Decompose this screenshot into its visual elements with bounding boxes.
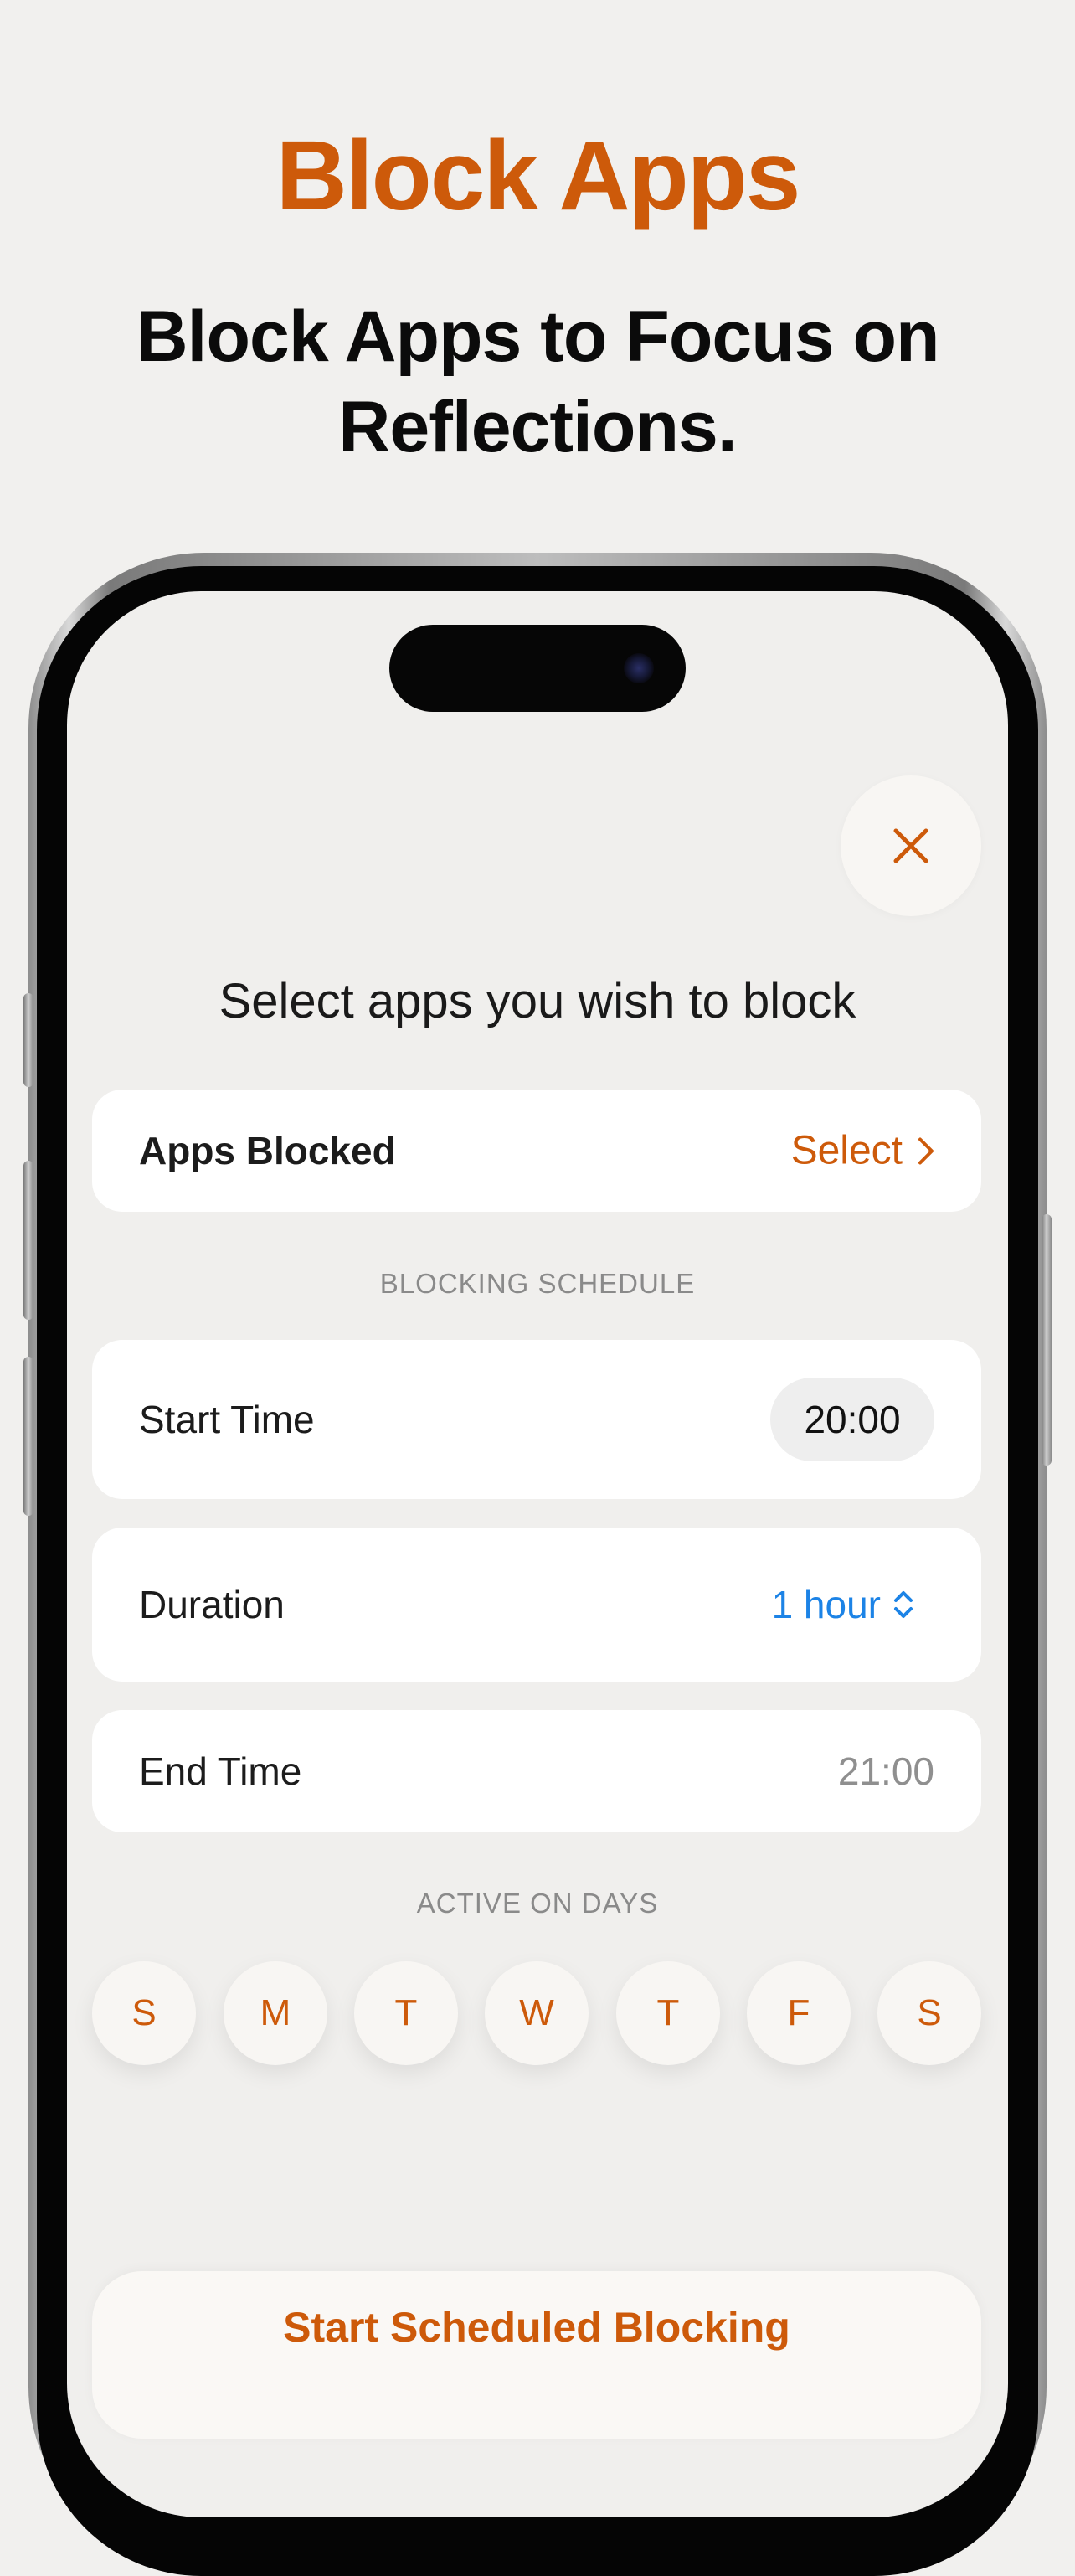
end-time-row: End Time 21:00 [92, 1710, 981, 1832]
apps-blocked-label: Apps Blocked [139, 1129, 396, 1172]
start-time-label: Start Time [139, 1398, 315, 1441]
chevron-right-icon [918, 1137, 934, 1164]
end-time-label: End Time [139, 1749, 302, 1793]
start-button-label: Start Scheduled Blocking [283, 2304, 790, 2351]
phone-screen: Select apps you wish to block Apps Block… [67, 591, 1008, 2517]
phone-side-button [23, 1161, 33, 1320]
duration-row: Duration 1 hour [92, 1528, 981, 1682]
day-friday[interactable]: F [747, 1961, 851, 2065]
close-icon [893, 828, 928, 863]
day-saturday[interactable]: S [877, 1961, 981, 2065]
duration-value: 1 hour [771, 1583, 881, 1626]
apps-blocked-row[interactable]: Apps Blocked Select [92, 1090, 981, 1212]
day-sunday[interactable]: S [92, 1961, 196, 2065]
camera-icon [624, 653, 654, 683]
active-days-header: ACTIVE ON DAYS [416, 1888, 659, 1919]
start-time-row: Start Time 20:00 [92, 1340, 981, 1499]
end-time-value: 21:00 [837, 1749, 934, 1793]
dynamic-island [389, 625, 686, 712]
duration-picker[interactable]: 1 hour [772, 1582, 914, 1627]
blocking-schedule-header: BLOCKING SCHEDULE [379, 1268, 696, 1299]
day-thursday[interactable]: T [616, 1961, 720, 2065]
day-monday[interactable]: M [224, 1961, 327, 2065]
select-label: Select [790, 1128, 903, 1173]
day-tuesday[interactable]: T [354, 1961, 458, 2065]
chevron-up-down-icon [894, 1591, 913, 1618]
screen-title: Select apps you wish to block [219, 974, 856, 1028]
phone-side-button [23, 1357, 33, 1516]
day-selector: S M T W T F S [92, 1961, 981, 2065]
phone-side-button [23, 993, 33, 1087]
page-subheadline: Block Apps to Focus on Reflections. [136, 296, 939, 467]
close-button[interactable] [841, 775, 981, 916]
start-time-picker[interactable]: 20:00 [770, 1378, 934, 1461]
phone-side-button [1042, 1214, 1052, 1466]
start-scheduled-blocking-button[interactable]: Start Scheduled Blocking [92, 2271, 981, 2439]
day-wednesday[interactable]: W [485, 1961, 589, 2065]
select-apps-button[interactable]: Select [791, 1128, 934, 1174]
duration-label: Duration [139, 1583, 285, 1626]
page-headline: Block Apps [275, 121, 801, 231]
